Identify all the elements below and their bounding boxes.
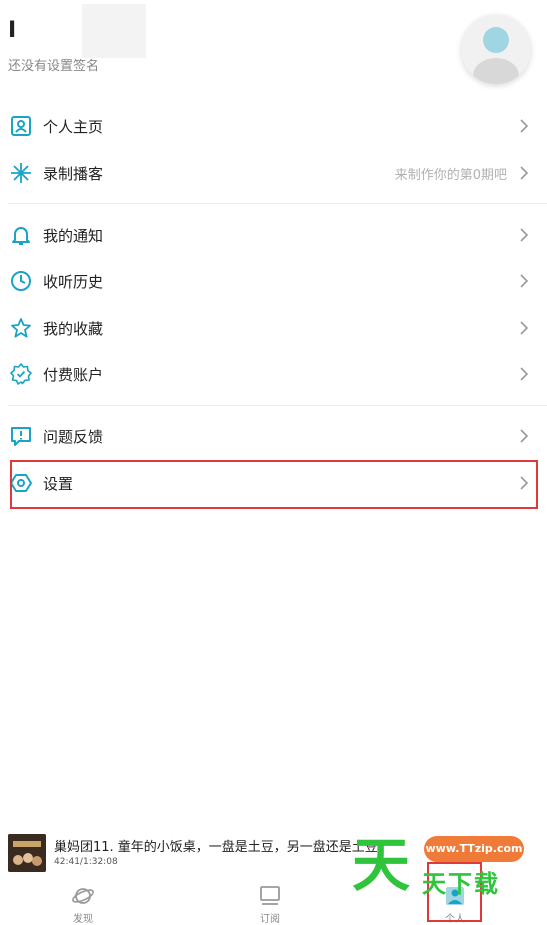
profile-header: I 还没有设置签名 [0, 0, 547, 100]
feedback-icon [11, 427, 31, 446]
tab-label: 发现 [73, 914, 93, 925]
chevron-right-icon [520, 166, 529, 180]
menu-item-notifications[interactable]: 我的通知 [0, 212, 547, 258]
episode-cover[interactable] [8, 834, 46, 872]
site-watermark: 天 www.TTzip.com 天下载 [352, 830, 547, 900]
chevron-right-icon [520, 321, 529, 335]
menu-item-record-podcast[interactable]: 录制播客 来制作你的第0期吧 [0, 150, 547, 196]
watermark-url: www.TTzip.com [424, 836, 524, 862]
badge-icon [10, 363, 32, 385]
chevron-right-icon [520, 367, 529, 381]
menu-item-paid-account[interactable]: 付费账户 [0, 351, 547, 397]
menu-item-label: 付费账户 [43, 365, 104, 384]
menu-item-history[interactable]: 收听历史 [0, 258, 547, 304]
menu-item-homepage[interactable]: 个人主页 [0, 103, 547, 149]
monitor-icon [260, 886, 280, 905]
divider [8, 203, 547, 204]
user-card-icon [11, 116, 31, 136]
signature-text[interactable]: 还没有设置签名 [8, 55, 99, 74]
blurred-region [82, 4, 146, 58]
sparkle-icon [11, 163, 31, 183]
menu-item-favorites[interactable]: 我的收藏 [0, 305, 547, 351]
planet-icon [72, 888, 94, 904]
tab-discover[interactable]: 发现 [53, 878, 113, 925]
menu-item-label: 我的收藏 [43, 319, 104, 338]
settings-highlight-box [10, 460, 538, 509]
watermark-text: 天下载 [422, 870, 500, 898]
watermark-big-char: 天 [352, 831, 411, 899]
user-name[interactable]: I [8, 18, 16, 43]
menu-item-label: 个人主页 [43, 117, 104, 136]
tab-label: 订阅 [260, 914, 280, 925]
menu-item-feedback[interactable]: 问题反馈 [0, 413, 547, 459]
chevron-right-icon [520, 429, 529, 443]
menu-item-label: 收听历史 [43, 272, 104, 291]
clock-icon [11, 271, 31, 291]
star-icon [11, 318, 31, 338]
record-hint-text: 来制作你的第0期吧 [394, 167, 507, 183]
divider [8, 405, 547, 406]
tab-subscriptions[interactable]: 订阅 [240, 878, 300, 925]
avatar[interactable] [461, 14, 531, 84]
bell-icon [12, 227, 30, 245]
playback-time: 42:41/1:32:08 [54, 857, 118, 867]
menu-item-label: 我的通知 [43, 226, 104, 245]
chevron-right-icon [520, 274, 529, 288]
menu-item-label: 问题反馈 [43, 427, 104, 446]
episode-title: 巢妈团11. 童年的小饭桌，一盘是土豆，另一盘还是土豆 [54, 840, 378, 855]
chevron-right-icon [520, 119, 529, 133]
menu-item-label: 录制播客 [43, 164, 104, 183]
chevron-right-icon [520, 228, 529, 242]
